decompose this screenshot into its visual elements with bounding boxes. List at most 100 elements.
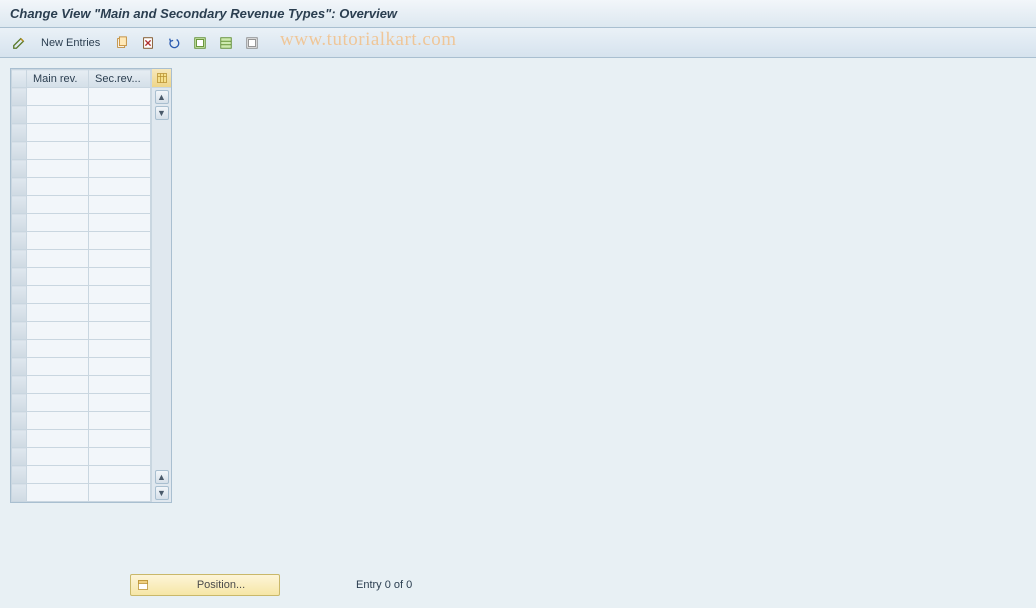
new-entries-button[interactable]: New Entries — [34, 32, 107, 54]
row-selector[interactable] — [12, 88, 27, 106]
cell-sec-rev[interactable] — [89, 232, 151, 250]
cell-main-rev[interactable] — [27, 178, 89, 196]
cell-sec-rev[interactable] — [89, 394, 151, 412]
scroll-up-icon[interactable]: ▲ — [155, 470, 169, 484]
cell-sec-rev[interactable] — [89, 124, 151, 142]
row-selector[interactable] — [12, 178, 27, 196]
column-header-sec-rev[interactable]: Sec.rev... — [89, 70, 151, 88]
cell-main-rev[interactable] — [27, 142, 89, 160]
cell-main-rev[interactable] — [27, 250, 89, 268]
deselect-all-icon[interactable] — [241, 32, 263, 54]
cell-main-rev[interactable] — [27, 358, 89, 376]
cell-main-rev[interactable] — [27, 124, 89, 142]
vertical-scrollbar[interactable]: ▲ ▼ ▲ ▼ — [152, 88, 171, 502]
cell-main-rev[interactable] — [27, 322, 89, 340]
scroll-down-icon[interactable]: ▼ — [155, 486, 169, 500]
cell-main-rev[interactable] — [27, 160, 89, 178]
cell-sec-rev[interactable] — [89, 376, 151, 394]
table-row — [12, 484, 151, 502]
table-row — [12, 268, 151, 286]
cell-sec-rev[interactable] — [89, 268, 151, 286]
row-selector[interactable] — [12, 142, 27, 160]
row-selector[interactable] — [12, 196, 27, 214]
cell-main-rev[interactable] — [27, 88, 89, 106]
select-block-icon[interactable] — [215, 32, 237, 54]
row-selector[interactable] — [12, 286, 27, 304]
cell-sec-rev[interactable] — [89, 340, 151, 358]
cell-sec-rev[interactable] — [89, 286, 151, 304]
cell-main-rev[interactable] — [27, 232, 89, 250]
row-selector[interactable] — [12, 412, 27, 430]
scroll-down-icon[interactable]: ▼ — [155, 106, 169, 120]
row-selector[interactable] — [12, 484, 27, 502]
position-button[interactable]: Position... — [130, 574, 280, 596]
cell-main-rev[interactable] — [27, 340, 89, 358]
cell-main-rev[interactable] — [27, 106, 89, 124]
table-row — [12, 466, 151, 484]
scroll-up-icon[interactable]: ▲ — [155, 90, 169, 104]
table-row — [12, 142, 151, 160]
data-table: Main rev. Sec.rev... — [11, 69, 151, 502]
cell-main-rev[interactable] — [27, 196, 89, 214]
row-selector[interactable] — [12, 268, 27, 286]
cell-sec-rev[interactable] — [89, 466, 151, 484]
row-selector[interactable] — [12, 160, 27, 178]
cell-main-rev[interactable] — [27, 466, 89, 484]
table-settings-icon[interactable] — [152, 69, 171, 88]
cell-main-rev[interactable] — [27, 412, 89, 430]
row-selector[interactable] — [12, 214, 27, 232]
cell-main-rev[interactable] — [27, 430, 89, 448]
row-selector[interactable] — [12, 466, 27, 484]
cell-sec-rev[interactable] — [89, 412, 151, 430]
title-bar: Change View "Main and Secondary Revenue … — [0, 0, 1036, 28]
cell-sec-rev[interactable] — [89, 358, 151, 376]
row-selector[interactable] — [12, 430, 27, 448]
cell-main-rev[interactable] — [27, 484, 89, 502]
cell-main-rev[interactable] — [27, 448, 89, 466]
row-selector[interactable] — [12, 250, 27, 268]
cell-sec-rev[interactable] — [89, 178, 151, 196]
row-selector[interactable] — [12, 394, 27, 412]
cell-main-rev[interactable] — [27, 304, 89, 322]
row-selector[interactable] — [12, 358, 27, 376]
cell-sec-rev[interactable] — [89, 196, 151, 214]
row-selector[interactable] — [12, 106, 27, 124]
copy-icon[interactable] — [111, 32, 133, 54]
table-row — [12, 394, 151, 412]
row-selector[interactable] — [12, 376, 27, 394]
undo-icon[interactable] — [163, 32, 185, 54]
table-row — [12, 88, 151, 106]
cell-sec-rev[interactable] — [89, 484, 151, 502]
row-selector[interactable] — [12, 304, 27, 322]
cell-sec-rev[interactable] — [89, 448, 151, 466]
column-header-main-rev[interactable]: Main rev. — [27, 70, 89, 88]
position-button-label: Position... — [169, 579, 273, 591]
cell-sec-rev[interactable] — [89, 322, 151, 340]
cell-sec-rev[interactable] — [89, 106, 151, 124]
cell-sec-rev[interactable] — [89, 160, 151, 178]
cell-main-rev[interactable] — [27, 376, 89, 394]
table-row — [12, 250, 151, 268]
cell-main-rev[interactable] — [27, 394, 89, 412]
cell-sec-rev[interactable] — [89, 304, 151, 322]
cell-sec-rev[interactable] — [89, 142, 151, 160]
row-selector[interactable] — [12, 340, 27, 358]
cell-main-rev[interactable] — [27, 286, 89, 304]
row-selector-header[interactable] — [12, 70, 27, 88]
delete-icon[interactable] — [137, 32, 159, 54]
cell-main-rev[interactable] — [27, 268, 89, 286]
edit-icon[interactable] — [8, 32, 30, 54]
cell-main-rev[interactable] — [27, 214, 89, 232]
cell-sec-rev[interactable] — [89, 430, 151, 448]
row-selector[interactable] — [12, 124, 27, 142]
cell-sec-rev[interactable] — [89, 88, 151, 106]
row-selector[interactable] — [12, 322, 27, 340]
cell-sec-rev[interactable] — [89, 214, 151, 232]
table-row — [12, 340, 151, 358]
select-all-icon[interactable] — [189, 32, 211, 54]
cell-sec-rev[interactable] — [89, 250, 151, 268]
table-row — [12, 322, 151, 340]
row-selector[interactable] — [12, 232, 27, 250]
table-row — [12, 196, 151, 214]
row-selector[interactable] — [12, 448, 27, 466]
